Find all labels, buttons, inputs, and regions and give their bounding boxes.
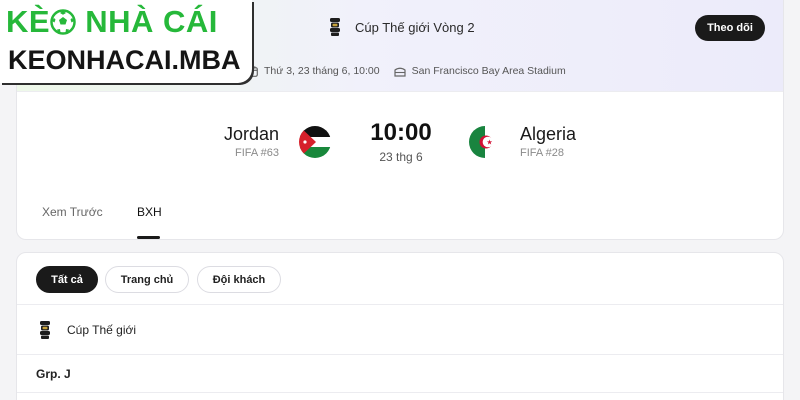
match-datetime: Thứ 3, 23 tháng 6, 10:00 <box>247 65 380 77</box>
follow-button[interactable]: Theo dõi <box>695 15 765 41</box>
kickoff-date: 23 thg 6 <box>379 150 423 164</box>
filter-home-button[interactable]: Trang chủ <box>105 266 189 293</box>
standings-card: Tất cả Trang chủ Đội khách Cúp Thế giới … <box>16 252 784 400</box>
site-watermark-logo: KÈ NHÀ CÁI KEONHACAI.MBA <box>0 0 252 83</box>
tab-standings[interactable]: BXH <box>137 205 162 219</box>
world-cup-trophy-icon <box>330 18 340 36</box>
league-row[interactable]: Cúp Thế giới <box>17 305 783 355</box>
home-team-rank: FIFA #63 <box>234 147 279 159</box>
venue-text: San Francisco Bay Area Stadium <box>411 65 566 77</box>
league-name: Cúp Thế giới <box>67 322 137 337</box>
away-team-name[interactable]: Algeria <box>520 124 576 145</box>
active-tab-indicator <box>137 236 160 239</box>
home-team-name[interactable]: Jordan <box>224 124 279 145</box>
watermark-line1: KÈ NHÀ CÁI <box>6 4 218 40</box>
competition-label[interactable]: Cúp Thế giới Vòng 2 <box>329 17 475 37</box>
match-venue: San Francisco Bay Area Stadium <box>394 65 566 77</box>
watermark-line1-prefix: KÈ <box>6 4 51 39</box>
tab-preview[interactable]: Xem Trước <box>42 205 103 219</box>
competition-name: Cúp Thế giới Vòng 2 <box>355 19 475 35</box>
jordan-flag-icon[interactable] <box>299 126 331 158</box>
group-header: Grp. J <box>17 355 783 393</box>
soccer-ball-icon <box>50 9 76 35</box>
kickoff-time: 10:00 <box>370 119 432 146</box>
watermark-line1-suffix: NHÀ CÁI <box>76 4 218 39</box>
filter-all-button[interactable]: Tất cả <box>36 266 98 293</box>
watermark-line2: KEONHACAI.MBA <box>8 45 241 75</box>
match-date-text: Thứ 3, 23 tháng 6, 10:00 <box>264 65 380 77</box>
filter-away-button[interactable]: Đội khách <box>197 266 281 293</box>
world-cup-trophy-icon <box>40 320 50 339</box>
away-team-rank: FIFA #28 <box>520 147 565 159</box>
stadium-icon <box>394 67 406 77</box>
standings-filter-bar: Tất cả Trang chủ Đội khách <box>17 253 783 305</box>
algeria-flag-icon[interactable] <box>469 126 501 158</box>
match-meta: Thứ 3, 23 tháng 6, 10:00 San Francisco B… <box>247 63 566 79</box>
